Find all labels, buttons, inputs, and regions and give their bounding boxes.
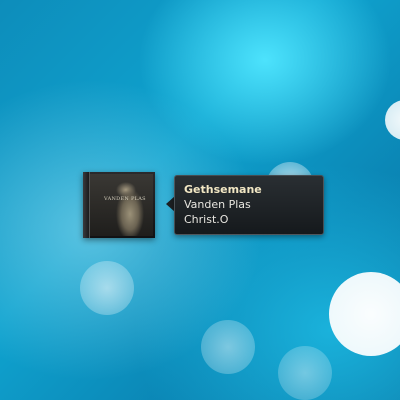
bokeh-light [385, 100, 400, 140]
album-art-icon: VANDEN PLAS [90, 174, 153, 236]
track-artist: Vanden Plas [184, 198, 251, 211]
cover-logo: VANDEN PLAS [104, 196, 146, 202]
track-info-tooltip: Gethsemane Vanden Plas Christ.O [174, 175, 324, 235]
bokeh-light [201, 320, 255, 374]
bokeh-light [278, 346, 332, 400]
track-title: Gethsemane [184, 183, 262, 196]
desktop-wallpaper: VANDEN PLAS Gethsemane Vanden Plas Chris… [0, 0, 400, 400]
track-album: Christ.O [184, 213, 229, 226]
cd-case-spine [83, 172, 90, 238]
album-cover-button[interactable]: VANDEN PLAS [83, 172, 155, 238]
bokeh-light [329, 272, 400, 356]
bokeh-light [80, 261, 134, 315]
